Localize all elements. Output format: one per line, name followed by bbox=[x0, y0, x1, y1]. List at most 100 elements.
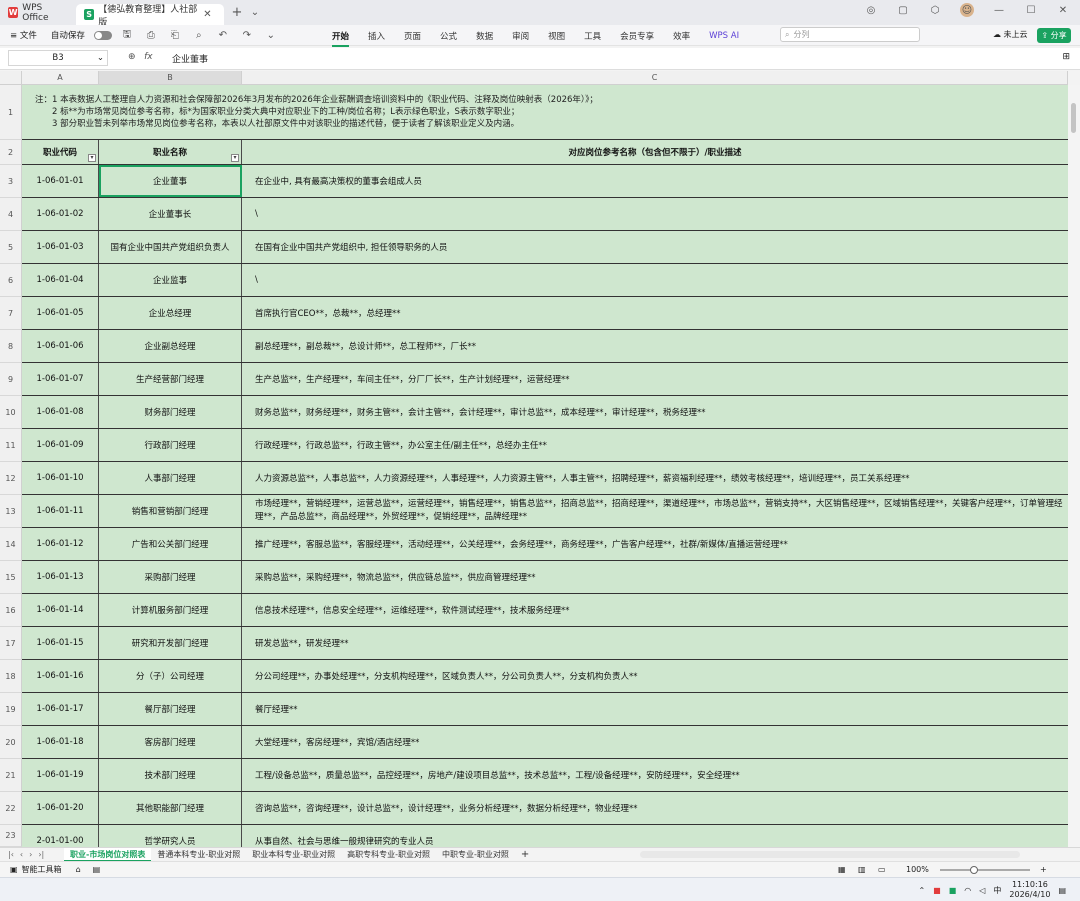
row-header[interactable]: 12 bbox=[0, 462, 22, 495]
row-header[interactable]: 9 bbox=[0, 363, 22, 396]
sheet-tab-4[interactable]: 高职专科专业-职业对照 bbox=[341, 848, 436, 862]
menu-review[interactable]: 审阅 bbox=[512, 30, 529, 42]
close-tab-icon[interactable]: ✕ bbox=[201, 8, 214, 22]
fx-icon[interactable]: ⊕ fx bbox=[128, 52, 153, 62]
save-icon[interactable]: 🖫 bbox=[120, 28, 134, 42]
sheet-tab-2[interactable]: 普通本科专业-职业对照 bbox=[151, 848, 246, 862]
row-header[interactable]: 18 bbox=[0, 660, 22, 693]
sheet-tab-5[interactable]: 中职专业-职业对照 bbox=[436, 848, 515, 862]
cell-desc[interactable]: 大堂经理**，客房经理**，宾馆/酒店经理** bbox=[242, 726, 1068, 758]
notification-icon[interactable]: ▤ bbox=[1058, 886, 1066, 895]
next-sheet-icon[interactable]: › bbox=[29, 850, 32, 859]
cell-desc[interactable]: 工程/设备总监**，质量总监**，品控经理**，房地产/建设项目总监**，技术总… bbox=[242, 759, 1068, 791]
share-button[interactable]: ⇪ 分享 bbox=[1037, 28, 1071, 43]
cell-name[interactable]: 销售和营销部门经理 bbox=[99, 495, 242, 527]
screen-icon[interactable]: ▢ bbox=[896, 3, 910, 17]
note-cell[interactable]: 注：1 本表数据人工整理自人力资源和社会保障部2026年3月发布的2026年企业… bbox=[22, 85, 1068, 140]
menu-member[interactable]: 会员专享 bbox=[620, 30, 654, 42]
menu-formula[interactable]: 公式 bbox=[440, 30, 457, 42]
row-header[interactable]: 14 bbox=[0, 528, 22, 561]
cell-name[interactable]: 客房部门经理 bbox=[99, 726, 242, 758]
row-header[interactable]: 6 bbox=[0, 264, 22, 297]
cell-desc[interactable]: 推广经理**，客服总监**，客服经理**，活动经理**，公关经理**，会务经理*… bbox=[242, 528, 1068, 560]
wechat-icon[interactable]: ■ bbox=[949, 886, 957, 895]
cell-code[interactable]: 1-06-01-20 bbox=[22, 792, 99, 824]
menu-tools[interactable]: 工具 bbox=[584, 30, 601, 42]
prev-sheet-icon[interactable]: ‹ bbox=[20, 850, 23, 859]
cell-code[interactable]: 1-06-01-18 bbox=[22, 726, 99, 758]
toolbox-icon[interactable]: ▣ bbox=[10, 865, 18, 874]
filter-icon[interactable]: ▾ bbox=[88, 154, 96, 162]
filter-icon[interactable]: ▾ bbox=[231, 154, 239, 162]
cell-name[interactable]: 其他职能部门经理 bbox=[99, 792, 242, 824]
cell-desc[interactable]: 市场经理**，营销经理**，运营总监**，运营经理**，销售经理**，销售总监*… bbox=[242, 495, 1068, 527]
print-icon[interactable]: ⎗ bbox=[168, 28, 182, 42]
row-header[interactable]: 22 bbox=[0, 792, 22, 825]
cell-code[interactable]: 1-06-01-15 bbox=[22, 627, 99, 659]
row-header-1[interactable]: 1 bbox=[0, 85, 22, 140]
cell-name[interactable]: 财务部门经理 bbox=[99, 396, 242, 428]
select-all-corner[interactable] bbox=[0, 71, 22, 85]
expand-icon[interactable]: ⊞ bbox=[1062, 52, 1070, 62]
row-header[interactable]: 7 bbox=[0, 297, 22, 330]
search-input[interactable]: ⌕ 分列 bbox=[780, 27, 920, 42]
header-desc[interactable]: 对应岗位参考名称（包含但不限于）/职业描述 bbox=[242, 140, 1068, 164]
row-header[interactable]: 13 bbox=[0, 495, 22, 528]
cell-name[interactable]: 分（子）公司经理 bbox=[99, 660, 242, 692]
chevron-down-icon[interactable]: ⌄ bbox=[97, 53, 104, 63]
cell-desc[interactable]: 餐厅经理** bbox=[242, 693, 1068, 725]
sheet-tab-3[interactable]: 职业本科专业-职业对照 bbox=[246, 848, 341, 862]
cell-code[interactable]: 1-06-01-06 bbox=[22, 330, 99, 362]
col-header-a[interactable]: A bbox=[22, 71, 99, 85]
cell-name[interactable]: 国有企业中国共产党组织负责人 bbox=[99, 231, 242, 263]
preview-icon[interactable]: ⌕ bbox=[192, 28, 206, 42]
ai-icon[interactable]: ◎ bbox=[864, 3, 878, 17]
header-code[interactable]: 职业代码 ▾ bbox=[22, 140, 99, 164]
scroll-thumb[interactable] bbox=[1071, 103, 1076, 133]
toolbox-label[interactable]: 智能工具箱 bbox=[22, 864, 62, 875]
redo-icon[interactable]: ↷ bbox=[240, 28, 254, 42]
cell-name[interactable]: 企业监事 bbox=[99, 264, 242, 296]
tray-app-icon[interactable]: ■ bbox=[933, 886, 941, 895]
add-sheet-button[interactable]: + bbox=[515, 848, 535, 862]
status-icon[interactable]: ⌂ bbox=[76, 865, 81, 874]
cell-desc[interactable]: \ bbox=[242, 264, 1068, 296]
cell-code[interactable]: 1-06-01-05 bbox=[22, 297, 99, 329]
last-sheet-icon[interactable]: ›| bbox=[38, 850, 44, 859]
row-header[interactable]: 17 bbox=[0, 627, 22, 660]
cell-name[interactable]: 餐厅部门经理 bbox=[99, 693, 242, 725]
cell-desc[interactable]: 信息技术经理**，信息安全经理**，运维经理**，软件测试经理**，技术服务经理… bbox=[242, 594, 1068, 626]
wifi-icon[interactable]: ◠ bbox=[964, 886, 971, 895]
cell-desc[interactable]: 咨询总监**，咨询经理**，设计总监**，设计经理**，业务分析经理**，数据分… bbox=[242, 792, 1068, 824]
row-header-2[interactable]: 2 bbox=[0, 140, 22, 165]
cell-desc[interactable]: 首席执行官CEO**，总裁**，总经理** bbox=[242, 297, 1068, 329]
cell-code[interactable]: 1-06-01-17 bbox=[22, 693, 99, 725]
export-icon[interactable]: ⎙ bbox=[144, 28, 158, 42]
selected-cell[interactable]: 企业董事 bbox=[99, 165, 242, 197]
cell-code[interactable]: 1-06-01-12 bbox=[22, 528, 99, 560]
avatar[interactable]: ☺ bbox=[960, 3, 974, 17]
sheet-tab-1[interactable]: 职业-市场岗位对照表 bbox=[64, 847, 152, 862]
col-header-b[interactable]: B bbox=[99, 71, 242, 85]
cell-name[interactable]: 企业董事长 bbox=[99, 198, 242, 230]
row-header[interactable]: 4 bbox=[0, 198, 22, 231]
cell-code[interactable]: 1-06-01-11 bbox=[22, 495, 99, 527]
cell-code[interactable]: 1-06-01-03 bbox=[22, 231, 99, 263]
sheet-grid[interactable]: 注：1 本表数据人工整理自人力资源和社会保障部2026年3月发布的2026年企业… bbox=[22, 85, 1068, 847]
view-normal-icon[interactable]: ▦ bbox=[838, 865, 846, 874]
horizontal-scrollbar[interactable] bbox=[640, 851, 1020, 858]
menu-wps-ai[interactable]: WPS AI bbox=[709, 31, 739, 41]
menu-view[interactable]: 视图 bbox=[548, 30, 565, 42]
first-sheet-icon[interactable]: |‹ bbox=[8, 850, 14, 859]
cell-name[interactable]: 广告和公关部门经理 bbox=[99, 528, 242, 560]
row-header[interactable]: 3 bbox=[0, 165, 22, 198]
clock[interactable]: 11:10:16 2026/4/10 bbox=[1009, 880, 1050, 900]
cell-desc[interactable]: 从事自然、社会与思维一般规律研究的专业人员 bbox=[242, 825, 1068, 847]
cell-code[interactable]: 1-06-01-13 bbox=[22, 561, 99, 593]
row-header[interactable]: 11 bbox=[0, 429, 22, 462]
menu-start[interactable]: 开始 bbox=[332, 30, 350, 47]
cell-code[interactable]: 1-06-01-09 bbox=[22, 429, 99, 461]
cell-code[interactable]: 1-06-01-10 bbox=[22, 462, 99, 494]
view-read-icon[interactable]: ▭ bbox=[878, 865, 886, 874]
cell-desc[interactable]: 分公司经理**，办事处经理**，分支机构经理**，区域负责人**，分公司负责人*… bbox=[242, 660, 1068, 692]
